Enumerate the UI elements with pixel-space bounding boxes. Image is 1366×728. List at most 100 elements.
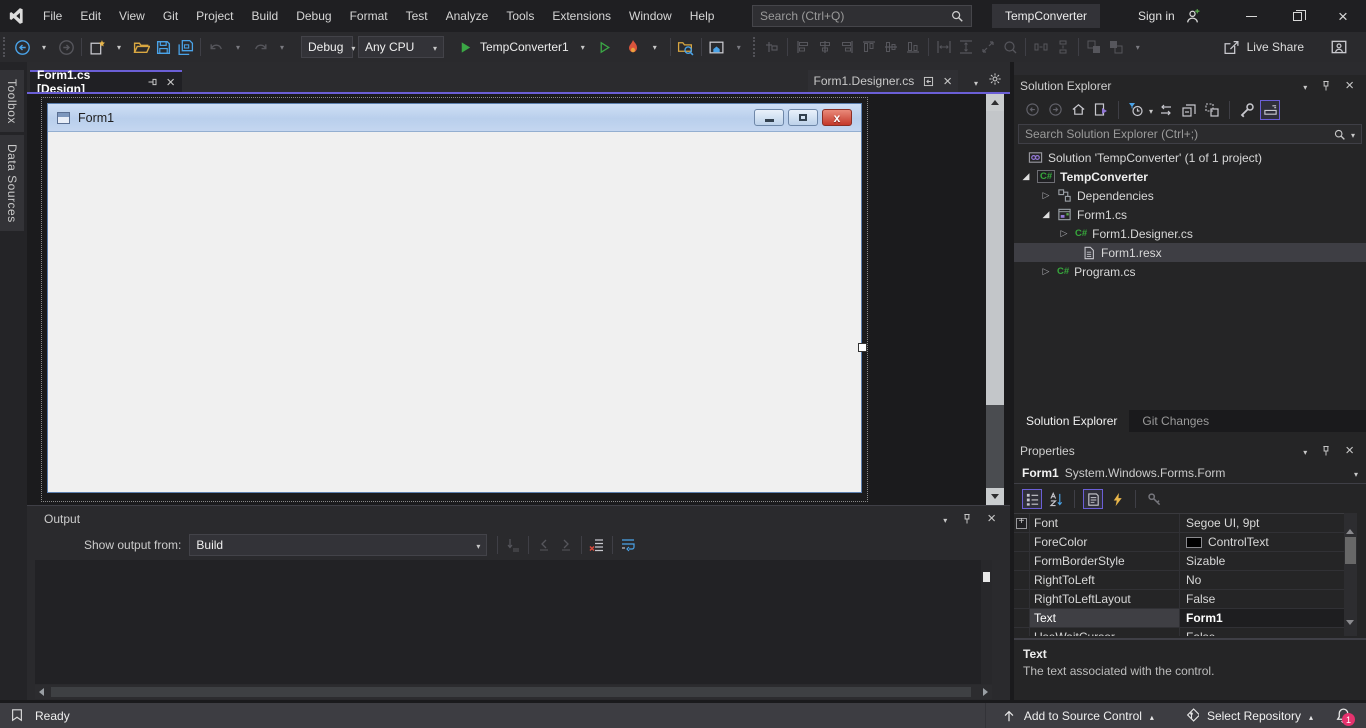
form-maximize-button[interactable] [788, 109, 818, 126]
tree-item-form1-cs[interactable]: Form1.cs [1014, 205, 1366, 224]
tab-git-changes[interactable]: Git Changes [1130, 410, 1221, 432]
select-repository-button[interactable]: Select Repository [1207, 709, 1301, 723]
property-row-formborderstyle[interactable]: FormBorderStyle Sizable [1014, 552, 1344, 571]
hot-reload-button[interactable] [622, 35, 644, 59]
save-button[interactable] [152, 35, 174, 59]
se-back-button[interactable] [1022, 100, 1042, 120]
close-tab-icon[interactable] [166, 75, 175, 90]
undo-button[interactable] [205, 35, 227, 59]
property-value[interactable]: Segoe UI, 9pt [1186, 516, 1259, 530]
menu-extensions[interactable]: Extensions [543, 0, 620, 32]
se-show-all-files-button[interactable] [1202, 100, 1222, 120]
solution-explorer-home-dropdown[interactable] [728, 35, 750, 59]
add-to-source-control-dropdown[interactable] [1150, 709, 1154, 723]
make-same-width-button[interactable] [933, 35, 955, 59]
start-without-debugging-button[interactable] [594, 35, 616, 59]
background-tasks-icon[interactable] [10, 708, 24, 723]
align-middles-button[interactable] [880, 35, 902, 59]
output-hscrollbar-thumb[interactable] [51, 687, 971, 697]
menu-project[interactable]: Project [187, 0, 242, 32]
tree-item-dependencies[interactable]: Dependencies [1014, 186, 1366, 205]
close-preview-tab-icon[interactable] [943, 74, 952, 89]
output-horizontal-scrollbar[interactable] [35, 685, 992, 699]
notifications-bell-icon[interactable]: 1 [1335, 707, 1355, 726]
push-up-arrow-icon[interactable] [1002, 709, 1016, 723]
categorized-view-button[interactable] [1022, 489, 1042, 509]
property-name[interactable]: FormBorderStyle [1030, 552, 1180, 570]
property-value[interactable]: No [1186, 573, 1201, 587]
align-rights-button[interactable] [836, 35, 858, 59]
tab-options-gear-icon[interactable] [988, 72, 1002, 86]
properties-header[interactable]: Properties [1014, 440, 1366, 461]
navigate-forward-button[interactable] [55, 35, 77, 59]
menu-file[interactable]: File [34, 0, 71, 32]
menu-build[interactable]: Build [243, 0, 288, 32]
hot-reload-dropdown[interactable] [644, 35, 666, 59]
menu-debug[interactable]: Debug [287, 0, 340, 32]
collapsed-arrow-icon[interactable] [1040, 266, 1052, 277]
se-collapse-all-button[interactable] [1179, 100, 1199, 120]
navigate-back-button[interactable] [11, 35, 33, 59]
menu-tools[interactable]: Tools [497, 0, 543, 32]
tree-item-project-tempconverter[interactable]: C# TempConverter [1014, 167, 1366, 186]
designed-form-title-bar[interactable]: Form1 x [48, 104, 861, 132]
select-repository-dropdown[interactable] [1309, 709, 1313, 723]
window-restore-button[interactable] [1274, 0, 1320, 32]
properties-dropdown[interactable] [1303, 444, 1307, 458]
start-debugging-dropdown[interactable] [572, 35, 594, 59]
property-value[interactable]: Sizable [1186, 554, 1225, 568]
size-to-grid-button[interactable] [999, 35, 1021, 59]
align-centers-button[interactable] [814, 35, 836, 59]
new-project-button[interactable] [86, 35, 108, 59]
start-debugging-icon[interactable] [454, 35, 476, 59]
menu-help[interactable]: Help [681, 0, 724, 32]
se-filter-dropdown[interactable] [1149, 103, 1153, 117]
property-row-righttoleftlayout[interactable]: RightToLeftLayout False [1014, 590, 1344, 609]
align-tops-button[interactable] [858, 35, 880, 59]
property-value[interactable]: Form1 [1186, 611, 1223, 625]
make-same-height-button[interactable] [955, 35, 977, 59]
scroll-up-button[interactable] [986, 94, 1004, 111]
output-close-icon[interactable] [987, 511, 996, 526]
menu-view[interactable]: View [110, 0, 154, 32]
se-properties-wrench-button[interactable] [1237, 100, 1257, 120]
toolbox-tab[interactable]: Toolbox [0, 70, 24, 132]
align-bottoms-button[interactable] [902, 35, 924, 59]
designer-vertical-scrollbar[interactable] [986, 94, 1004, 505]
collapsed-arrow-icon[interactable] [1058, 228, 1070, 239]
feedback-icon[interactable] [1330, 38, 1348, 56]
undo-dropdown[interactable] [227, 35, 249, 59]
se-pending-changes-filter-button[interactable] [1126, 100, 1146, 120]
output-vertical-scrollbar[interactable] [981, 560, 992, 684]
tab-solution-explorer[interactable]: Solution Explorer [1014, 410, 1131, 432]
property-name[interactable]: Text [1030, 609, 1180, 627]
solution-explorer-search-box[interactable] [1018, 124, 1362, 144]
word-wrap-button[interactable] [617, 533, 639, 557]
events-button[interactable] [1107, 489, 1127, 509]
tab-form1-design[interactable]: Form1.cs [Design] [30, 68, 182, 96]
quick-search-box[interactable] [752, 5, 972, 27]
tree-item-form1-designer-cs[interactable]: C# Form1.Designer.cs [1014, 224, 1366, 243]
expanded-arrow-icon[interactable] [1020, 171, 1032, 182]
property-name[interactable]: RightToLeft [1030, 571, 1180, 589]
repository-icon[interactable] [1184, 708, 1199, 723]
scroll-right-arrow[interactable] [983, 688, 988, 696]
solution-explorer-home-button[interactable] [706, 35, 728, 59]
property-name[interactable]: RightToLeftLayout [1030, 590, 1180, 608]
alphabetical-sort-button[interactable] [1046, 489, 1066, 509]
solution-explorer-dropdown[interactable] [1303, 79, 1307, 93]
se-preview-selected-items-button[interactable] [1260, 99, 1281, 120]
live-share-button[interactable]: Live Share [1223, 39, 1304, 56]
menu-window[interactable]: Window [620, 0, 681, 32]
scroll-left-arrow[interactable] [39, 688, 44, 696]
property-row-font[interactable]: Font Segoe UI, 9pt [1014, 514, 1344, 533]
sign-in-button[interactable]: Sign in [1138, 0, 1201, 32]
output-source-dropdown[interactable]: Build [189, 534, 488, 556]
property-pages-button[interactable] [1144, 489, 1164, 509]
align-to-grid-button[interactable] [761, 35, 783, 59]
tree-item-program-cs[interactable]: C# Program.cs [1014, 262, 1366, 281]
redo-dropdown[interactable] [271, 35, 293, 59]
find-in-files-button[interactable] [675, 35, 697, 59]
expanded-arrow-icon[interactable] [1040, 209, 1052, 220]
property-row-usewaitcursor[interactable]: UseWaitCursor False [1014, 628, 1344, 636]
